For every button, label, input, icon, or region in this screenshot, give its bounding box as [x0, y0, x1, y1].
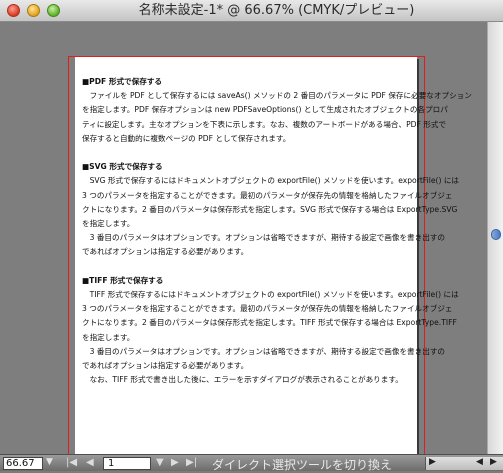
- document-canvas[interactable]: ■PDF 形式で保存する ファイルを PDF として保存するには saveAs(…: [0, 22, 487, 454]
- minimize-button[interactable]: [27, 4, 40, 17]
- next-artboard-icon[interactable]: ▶: [171, 457, 179, 468]
- vertical-scroll-thumb[interactable]: [491, 229, 501, 240]
- text-line: を指定します。: [82, 332, 135, 342]
- window-title: 名称未設定-1* @ 66.67% (CMYK/プレビュー): [138, 3, 415, 18]
- text-line: TIFF 形式で保存するにはドキュメントオブジェクトの exportFile()…: [82, 290, 459, 300]
- text-line: クトになります。2 番目のパラメータは保存形式を指定します。SVG 形式で保存す…: [82, 204, 458, 214]
- horizontal-scrollbar[interactable]: ▶ ◀ ▶: [425, 457, 503, 470]
- title-bar[interactable]: 名称未設定-1* @ 66.67% (CMYK/プレビュー): [0, 0, 503, 22]
- last-artboard-icon[interactable]: ▶|: [186, 457, 197, 468]
- status-message[interactable]: ダイレクト選択ツールを切り換え: [212, 456, 392, 473]
- artboard-number-field[interactable]: 1: [103, 457, 151, 470]
- zoom-dropdown-arrow-icon[interactable]: ▼: [46, 457, 53, 467]
- close-button[interactable]: [7, 4, 20, 17]
- text-line: なお、TIFF 形式で書き出した後に、エラーを示すダイアログが表示されることがあ…: [82, 375, 403, 385]
- scroll-right-icon[interactable]: ▶: [490, 457, 497, 467]
- text-line: であればオプションは指定する必要があります。: [82, 247, 249, 257]
- text-line: を指定します。PDF 保存オプションは new PDFSaveOptions()…: [82, 105, 448, 115]
- text-line: ファイルを PDF として保存するには saveAs() メソッドの 2 番目の…: [82, 91, 472, 101]
- text-line: クトになります。2 番目のパラメータは保存形式を指定します。TIFF 形式で保存…: [82, 318, 457, 328]
- text-line: SVG 形式で保存するにはドキュメントオブジェクトの exportFile() …: [82, 176, 460, 186]
- section-heading: ■SVG 形式で保存する: [82, 162, 163, 172]
- text-line: であればオプションは指定する必要があります。: [82, 361, 249, 371]
- first-artboard-icon[interactable]: |◀: [66, 457, 77, 468]
- zoom-level-field[interactable]: 66.67: [3, 457, 43, 470]
- text-line: 3 つのパラメータを指定することができます。最初のパラメータが保存先の情報を格納…: [82, 190, 453, 200]
- text-line: 3 つのパラメータを指定することができます。最初のパラメータが保存先の情報を格納…: [82, 304, 453, 314]
- scroll-left-icon[interactable]: ◀: [476, 457, 483, 467]
- artboard-dropdown-arrow-icon[interactable]: ▼: [156, 457, 164, 468]
- text-line: ティに設定します。主なオプションを下表に示します。なお、複数のアートボードがある…: [82, 119, 447, 129]
- status-menu-arrow-icon[interactable]: ▶: [429, 457, 436, 467]
- section-heading: ■TIFF 形式で保存する: [82, 275, 164, 285]
- vertical-scrollbar[interactable]: [487, 22, 503, 454]
- previous-artboard-icon[interactable]: ◀: [86, 457, 94, 468]
- status-bar: 66.67 ▼ |◀ ◀ 1 ▼ ▶ ▶| ダイレクト選択ツールを切り換え ▶ …: [0, 454, 503, 473]
- zoom-button[interactable]: [47, 4, 60, 17]
- text-line: 3 番目のパラメータはオプションです。オプションは省略できますが、期待する設定で…: [82, 233, 446, 243]
- text-line: [82, 260, 474, 274]
- text-line: 3 番目のパラメータはオプションです。オプションは省略できますが、期待する設定で…: [82, 346, 446, 356]
- section-heading: ■PDF 形式で保存する: [82, 77, 163, 86]
- text-line: 保存すると自動的に複数ページの PDF として保存されます。: [82, 133, 291, 143]
- text-line: [82, 146, 474, 160]
- text-line: を指定します。: [82, 219, 135, 229]
- text-frame[interactable]: ■PDF 形式で保存する ファイルを PDF として保存するには saveAs(…: [82, 75, 474, 387]
